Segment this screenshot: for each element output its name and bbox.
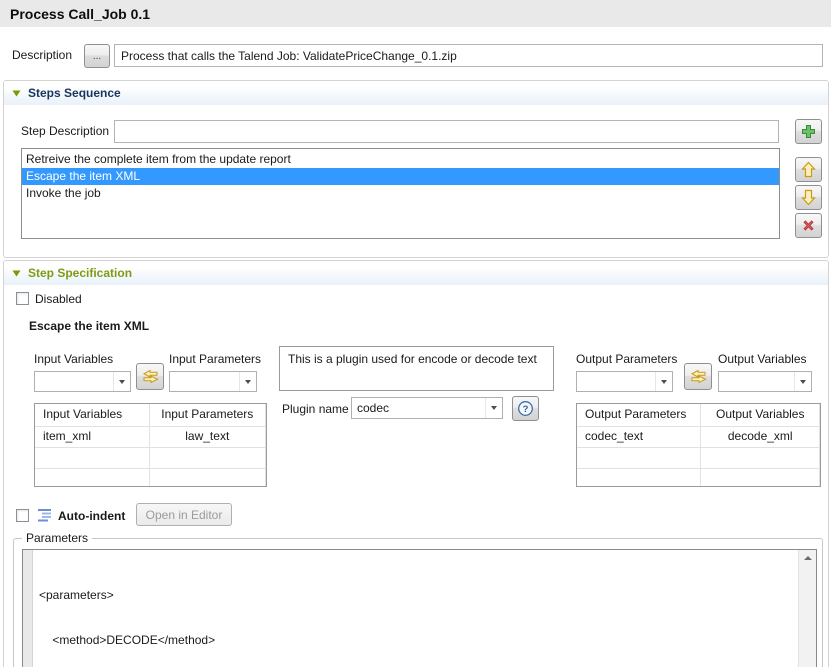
open-in-editor-label: Open in Editor xyxy=(146,508,223,522)
plugin-description-box: This is a plugin used for encode or deco… xyxy=(279,346,554,391)
scroll-up-icon xyxy=(804,556,812,560)
delete-step-button[interactable] xyxy=(795,213,822,238)
table-row[interactable] xyxy=(35,469,266,487)
list-item[interactable]: Retreive the complete item from the upda… xyxy=(22,151,779,168)
table-cell[interactable]: item_xml xyxy=(35,427,150,447)
input-parameters-combo[interactable] xyxy=(169,371,257,392)
table-row[interactable]: codec_text decode_xml xyxy=(577,427,820,448)
add-step-button[interactable] xyxy=(795,119,822,144)
auto-indent-checkbox[interactable] xyxy=(16,509,29,522)
step-description-input[interactable] xyxy=(114,120,779,143)
auto-indent-label: Auto-indent xyxy=(58,509,125,523)
chevron-down-icon xyxy=(485,398,502,418)
input-mapping-table: Input Variables Input Parameters item_xm… xyxy=(34,403,267,487)
description-browse-button[interactable]: ... xyxy=(84,44,110,68)
list-item[interactable]: Invoke the job xyxy=(22,185,779,202)
open-in-editor-button[interactable]: Open in Editor xyxy=(136,503,232,526)
input-parameters-label: Input Parameters xyxy=(169,352,261,366)
plugin-name-label: Plugin name xyxy=(282,402,349,416)
step-specification-section: Step Specification Disabled Escape the i… xyxy=(3,260,829,667)
column-header: Output Variables xyxy=(701,404,820,426)
scroll-up-button[interactable] xyxy=(799,550,816,566)
delete-x-icon xyxy=(801,218,816,233)
output-variables-combo[interactable] xyxy=(718,371,812,392)
swap-arrows-icon xyxy=(142,369,159,384)
plugin-help-button[interactable]: ? xyxy=(512,396,539,421)
swap-arrows-icon xyxy=(690,369,707,384)
section-collapse-icon xyxy=(12,270,21,277)
table-cell[interactable]: codec_text xyxy=(577,427,701,447)
table-header-row: Output Parameters Output Variables xyxy=(577,404,820,427)
output-variables-label: Output Variables xyxy=(718,352,807,366)
chevron-down-icon xyxy=(113,372,130,391)
table-header-row: Input Variables Input Parameters xyxy=(35,404,266,427)
steps-list[interactable]: Retreive the complete item from the upda… xyxy=(21,148,780,239)
table-cell[interactable]: law_text xyxy=(150,427,266,447)
steps-sequence-title: Steps Sequence xyxy=(28,86,121,100)
arrow-up-icon xyxy=(801,161,816,178)
arrow-down-icon xyxy=(801,189,816,206)
chevron-down-icon xyxy=(239,372,256,391)
step-heading: Escape the item XML xyxy=(29,319,149,333)
list-item-selected[interactable]: Escape the item XML xyxy=(22,168,779,185)
table-cell[interactable]: decode_xml xyxy=(701,427,820,447)
steps-sequence-section: Steps Sequence Step Description Retreive… xyxy=(3,80,829,258)
titlebar: Process Call_Job 0.1 xyxy=(0,0,831,27)
ellipsis-icon: ... xyxy=(93,51,101,62)
section-collapse-icon xyxy=(12,90,21,97)
code-editor[interactable]: <parameters> <method>DECODE</method> <al… xyxy=(22,549,817,667)
output-mapping-table: Output Parameters Output Variables codec… xyxy=(576,403,821,487)
plus-icon xyxy=(801,124,816,139)
step-specification-title: Step Specification xyxy=(28,266,132,280)
column-header: Input Parameters xyxy=(150,404,266,426)
plugin-name-combo[interactable]: codec xyxy=(351,397,503,419)
disabled-checkbox[interactable] xyxy=(16,292,29,305)
code-line[interactable]: <method>DECODE</method> xyxy=(39,633,256,648)
column-header: Output Parameters xyxy=(577,404,701,426)
output-parameters-combo[interactable] xyxy=(576,371,673,392)
table-row[interactable]: item_xml law_text xyxy=(35,427,266,448)
swap-input-button[interactable] xyxy=(136,363,164,390)
table-row[interactable] xyxy=(35,448,266,469)
input-variables-combo[interactable] xyxy=(34,371,131,392)
move-step-down-button[interactable] xyxy=(795,185,822,210)
column-header: Input Variables xyxy=(35,404,150,426)
steps-sequence-header[interactable]: Steps Sequence xyxy=(4,81,828,105)
table-row[interactable] xyxy=(577,448,820,469)
parameters-fieldset: Parameters <parameters> <method>DECODE</… xyxy=(13,538,823,667)
output-parameters-label: Output Parameters xyxy=(576,352,677,366)
svg-text:?: ? xyxy=(523,404,529,415)
plugin-description-text: This is a plugin used for encode or deco… xyxy=(288,352,537,366)
description-label: Description xyxy=(12,48,72,62)
chevron-down-icon xyxy=(794,372,811,391)
disabled-label: Disabled xyxy=(35,292,82,306)
table-row[interactable] xyxy=(577,469,820,487)
plugin-name-combo-value: codec xyxy=(357,401,389,415)
step-specification-header[interactable]: Step Specification xyxy=(4,261,828,285)
parameters-legend: Parameters xyxy=(22,531,92,545)
move-step-up-button[interactable] xyxy=(795,157,822,182)
editor-gutter xyxy=(23,550,33,667)
step-description-label: Step Description xyxy=(21,124,109,138)
editor-scrollbar[interactable] xyxy=(798,550,816,667)
input-variables-label: Input Variables xyxy=(34,352,113,366)
chevron-down-icon xyxy=(655,372,672,391)
page-title: Process Call_Job 0.1 xyxy=(10,6,150,22)
code-text[interactable]: <parameters> <method>DECODE</method> <al… xyxy=(39,558,256,667)
code-line[interactable]: <parameters> xyxy=(39,588,256,603)
auto-indent-icon xyxy=(37,507,53,523)
process-editor-window: Process Call_Job 0.1 Description ... Ste… xyxy=(0,0,831,667)
help-question-icon: ? xyxy=(517,400,534,417)
description-input[interactable] xyxy=(114,44,823,67)
swap-output-button[interactable] xyxy=(684,363,712,390)
